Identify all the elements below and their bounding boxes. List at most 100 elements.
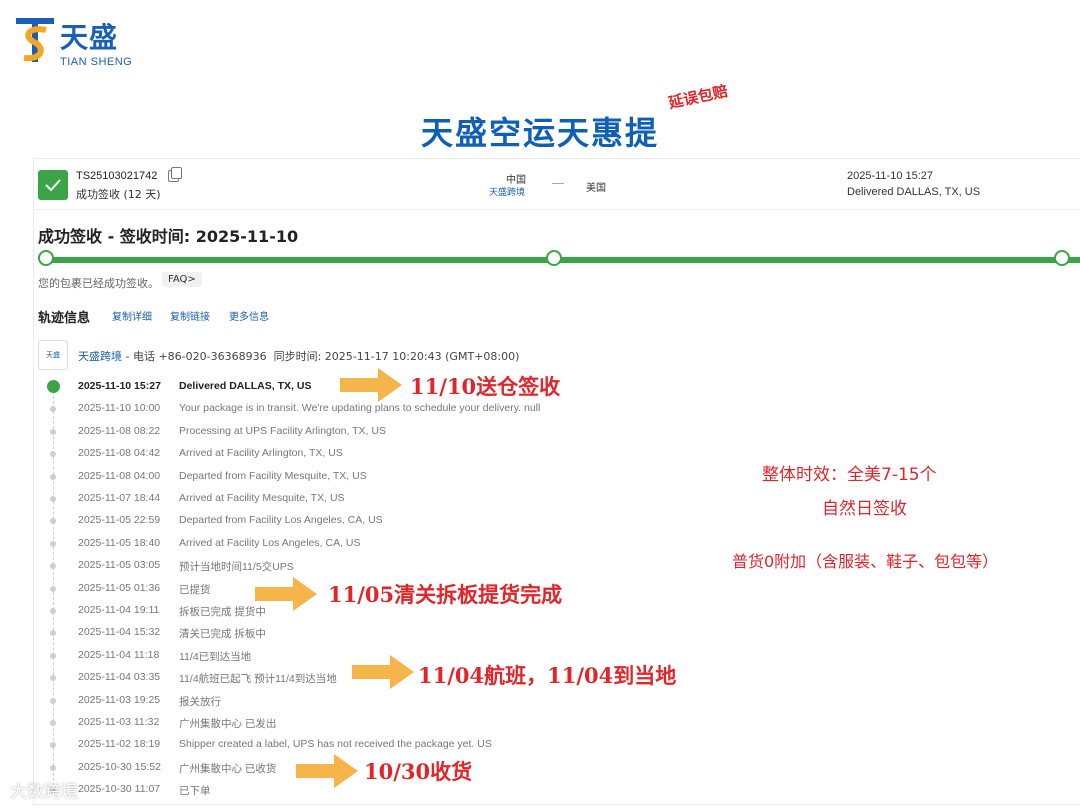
copy-icon[interactable] (168, 167, 182, 182)
origin-country: 中国 (506, 175, 526, 186)
event-time: 2025-11-08 04:00 (78, 469, 161, 482)
progress-bar (44, 257, 1080, 263)
annotation-received: 10/30收货 (364, 759, 473, 784)
event-description: 11/4已到达当地 (179, 650, 252, 663)
event-time: 2025-11-02 18:19 (78, 738, 161, 751)
event-description: 11/4航班已起飞 预计11/4到达当地 (179, 673, 337, 686)
delivered-note: 您的包裹已经成功签收。 (38, 277, 159, 290)
event-description: Your package is in transit. We're updati… (179, 402, 541, 415)
event-description: Arrived at Facility Arlington, TX, US (179, 447, 343, 460)
event-description: 广州集散中心 已收货 (179, 762, 277, 775)
arrow-right-icon (255, 577, 317, 611)
event-description: Arrived at Facility Los Angeles, CA, US (179, 536, 361, 549)
timeline-event: 2025-11-07 18:44 Arrived at Facility Mesq… (34, 489, 734, 509)
event-time: 2025-11-05 22:59 (78, 514, 161, 527)
timeline-event: 2025-11-08 04:00 Departed from Facility M… (34, 467, 734, 487)
timeline-event: 2025-11-04 15:32 清关已完成 拆板中 (34, 623, 734, 643)
sync-time: 同步时间: 2025-11-17 10:20:43 (GMT+08:00) (273, 350, 520, 363)
timeline-event: 2025-11-05 03:05 预计当地时间11/5交UPS (34, 556, 734, 576)
timeline-dot (50, 585, 56, 592)
brand-logo-icon (14, 14, 56, 68)
destination-country: 美国 (586, 183, 606, 194)
event-time: 2025-11-10 10:00 (78, 402, 161, 415)
tracking-number: TS25103021742 (76, 170, 158, 182)
timeline-check-icon (47, 380, 60, 393)
event-description: Departed from Facility Los Angeles, CA, … (179, 514, 383, 527)
timeline-dot (50, 563, 56, 570)
event-time: 2025-11-05 18:40 (78, 536, 161, 549)
shipment-summary[interactable]: TS25103021742 成功签收 (12 天) 中国 天盛跨境 美国 202… (34, 159, 1080, 210)
status-heading: 成功签收 - 签收时间: 2025-11-10 (38, 227, 299, 246)
event-time: 2025-11-07 18:44 (78, 492, 161, 504)
progress-node-middle (546, 250, 562, 266)
event-description: 广州集散中心 已发出 (179, 718, 277, 730)
event-time: 2025-11-08 04:42 (78, 447, 161, 460)
timeline-dot (50, 675, 56, 682)
timeline-dot (50, 608, 56, 614)
event-time: 2025-11-10 15:27 (78, 380, 161, 392)
tracking-section-title: 轨迹信息 (38, 311, 91, 326)
event-description: 预计当地时间11/5交UPS (179, 561, 294, 574)
event-time: 2025-11-05 01:36 (78, 581, 161, 594)
timeline-dot (50, 518, 56, 525)
arrow-right-icon (296, 754, 358, 788)
more-info-link[interactable]: 更多信息 (229, 308, 269, 323)
event-time: 2025-10-30 15:52 (78, 760, 161, 773)
event-description: 拆板已完成 提货中 (179, 606, 266, 618)
timeline-dot (50, 652, 56, 659)
event-time: 2025-11-04 15:32 (78, 626, 161, 639)
delivered-check-icon (38, 170, 68, 200)
progress-node-end (1054, 250, 1070, 266)
timeline-event: 2025-11-05 22:59 Departed from Facility L… (34, 511, 734, 531)
event-time: 2025-10-30 11:07 (78, 783, 161, 796)
brand-name-en: TIAN SHENG (60, 56, 133, 68)
timeline-dot (50, 720, 56, 726)
event-description: 已下单 (179, 785, 211, 798)
arrow-right-icon (352, 655, 414, 689)
event-description: Departed from Facility Mesquite, TX, US (179, 469, 367, 482)
brand-name-cn: 天盛 (60, 21, 119, 54)
arrow-right-icon (340, 368, 402, 402)
timeline-event: 2025-11-02 18:19 Shipper created a label,… (34, 735, 734, 755)
timeline-dot (50, 473, 56, 480)
copy-link-link[interactable]: 复制链接 (170, 308, 210, 323)
copy-details-link[interactable]: 复制详细 (112, 308, 152, 323)
event-description: 报关放行 (179, 695, 221, 708)
faq-button[interactable]: FAQ> (162, 272, 202, 287)
carrier-name-link[interactable]: 天盛跨境 (78, 350, 122, 363)
timeline-dot (50, 451, 56, 458)
timeline-event: 2025-11-08 08:22 Processing at UPS Facili… (34, 422, 734, 442)
footer-watermark: 大数跨境 (10, 782, 78, 802)
carrier-contact: - 电话 +86-020-36368936 (122, 350, 267, 363)
event-description: Shipper created a label, UPS has not rec… (179, 738, 492, 751)
latest-event-location: Delivered DALLAS, TX, US (847, 186, 981, 198)
carrier-logo: 天盛 (38, 340, 68, 370)
progress-node-start (38, 250, 54, 266)
timeline-event: 2025-11-10 10:00 Your package is in trans… (34, 399, 734, 419)
delivery-status: 成功签收 (12 天) (76, 188, 161, 201)
route-connector (552, 183, 564, 184)
timeline-event: 2025-11-03 19:25 报关放行 (34, 691, 734, 711)
timeline-event: 2025-11-05 18:40 Arrived at Facility Los … (34, 534, 734, 554)
event-description: 清关已完成 拆板中 (179, 628, 266, 641)
page-title: 天盛空运天惠提 (420, 114, 659, 152)
timeline-event: 2025-11-03 11:32 广州集散中心 已发出 (34, 713, 734, 733)
event-time: 2025-11-03 19:25 (78, 693, 161, 706)
origin-carrier-link[interactable]: 天盛跨境 (489, 185, 525, 198)
event-time: 2025-11-04 11:18 (78, 648, 160, 661)
side-note-transit-time: 整体时效：全美7-15个 (762, 465, 937, 485)
timeline-event: 2025-11-08 04:42 Arrived at Facility Arli… (34, 444, 734, 464)
event-description: Delivered DALLAS, TX, US (179, 380, 312, 392)
annotation-customs-cleared: 11/05清关拆板提货完成 (328, 582, 563, 607)
side-note-calendar-days: 自然日签收 (822, 499, 907, 519)
timeline-dot (50, 630, 56, 637)
event-time: 2025-11-04 19:11 (78, 604, 160, 616)
event-time: 2025-11-08 08:22 (78, 424, 161, 437)
carrier-info: 天盛跨境 - 电话 +86-020-36368936 同步时间: 2025-11… (78, 348, 519, 364)
event-description: Processing at UPS Facility Arlington, TX… (179, 424, 386, 437)
timeline-dot (50, 742, 56, 749)
event-time: 2025-11-03 11:32 (78, 716, 160, 728)
event-description: 已提货 (179, 583, 211, 596)
timeline-dot (50, 428, 56, 435)
timeline-dot (50, 540, 56, 547)
